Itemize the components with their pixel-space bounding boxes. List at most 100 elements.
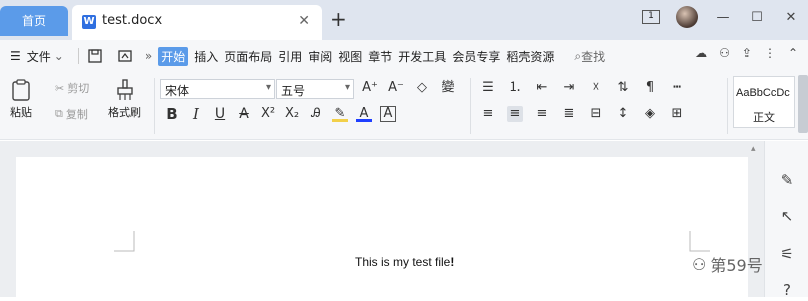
style-name: 正文 xyxy=(753,111,775,124)
clear-format-icon[interactable]: ◇ xyxy=(414,80,430,96)
font-style-tools: B I U A X² X₂ Ꭿ ✎ A A xyxy=(164,106,396,122)
more-chevrons-icon[interactable]: » xyxy=(145,49,152,63)
margin-corner-mark xyxy=(689,231,710,252)
maximize-icon[interactable]: ☐ xyxy=(740,10,774,25)
menubar-right-tools: ☁ ⚇ ⇪ ⋮ ⌃ xyxy=(695,46,798,60)
underline-icon[interactable]: U xyxy=(212,106,228,122)
highlight-icon[interactable]: ✎ xyxy=(332,106,348,122)
document-text-run: This is my test file xyxy=(355,255,451,269)
search-label: 查找 xyxy=(581,49,606,64)
menu-item-page-layout[interactable]: 页面布局 xyxy=(224,48,272,65)
chinese-layout-icon[interactable]: ☓ xyxy=(588,80,604,96)
menu-item-developer[interactable]: 开发工具 xyxy=(398,48,446,65)
subscript-icon[interactable]: X₂ xyxy=(284,106,300,122)
file-menu-label: 文件 xyxy=(26,49,51,64)
scroll-up-icon[interactable]: ▴ xyxy=(751,144,756,154)
show-marks-icon[interactable]: ¶ xyxy=(642,80,658,96)
font-color-icon[interactable]: A xyxy=(356,106,372,122)
page-indicator[interactable]: 1 xyxy=(642,10,660,24)
line-spacing-icon[interactable]: ↕ xyxy=(615,106,631,122)
increase-indent-icon[interactable]: ⇥ xyxy=(561,80,577,96)
menu-item-view[interactable]: 视图 xyxy=(338,48,362,65)
cut-label: 剪切 xyxy=(67,82,90,95)
ruler-icon[interactable]: ┅ xyxy=(669,80,685,96)
watermark-label: 第59号 xyxy=(710,256,763,275)
paragraph-tools-top: ☰ ⒈ ⇤ ⇥ ☓ ⇅ ¶ ┅ xyxy=(480,80,685,96)
plus-icon[interactable]: + xyxy=(330,7,347,31)
file-menu[interactable]: 文件 ⌄ xyxy=(27,48,64,65)
shading-icon[interactable]: ◈ xyxy=(642,106,658,122)
strikethrough-icon[interactable]: A xyxy=(236,106,252,122)
chevron-down-icon: ⌄ xyxy=(53,49,64,63)
print-preview-icon[interactable] xyxy=(117,48,133,64)
share-user-icon[interactable]: ⚇ xyxy=(719,46,730,60)
avatar[interactable] xyxy=(676,6,698,28)
document-page[interactable] xyxy=(16,157,748,297)
bullet-list-icon[interactable]: ☰ xyxy=(480,80,496,96)
paintbrush-icon xyxy=(116,79,133,100)
align-left-icon[interactable]: ≡ xyxy=(480,106,496,122)
menu-item-section[interactable]: 章节 xyxy=(368,48,392,65)
paste-icon xyxy=(12,79,30,101)
style-normal[interactable]: AaBbCcDc 正文 xyxy=(733,76,795,128)
font-name-select[interactable]: 宋体 xyxy=(160,79,275,99)
text-effect-icon[interactable]: Ꭿ xyxy=(308,106,324,122)
cut-button[interactable]: ✂ 剪切 xyxy=(55,80,89,96)
justify-icon[interactable]: ≣ xyxy=(561,106,577,122)
save-icon[interactable] xyxy=(87,48,103,64)
ribbon-divider xyxy=(727,78,728,134)
format-painter-button[interactable]: 格式刷 xyxy=(108,78,141,120)
wechat-icon: ⚇ xyxy=(692,254,707,274)
menu-divider xyxy=(77,48,79,64)
home-tab[interactable]: 首页 xyxy=(0,6,68,36)
collapse-ribbon-icon[interactable]: ⌃ xyxy=(788,46,798,60)
superscript-icon[interactable]: X² xyxy=(260,106,276,122)
align-right-icon[interactable]: ≡ xyxy=(534,106,550,122)
search-icon: ⌕ xyxy=(574,48,582,63)
close-window-icon[interactable]: ✕ xyxy=(774,10,808,25)
copy-button[interactable]: ⧉ 复制 xyxy=(55,106,88,122)
character-border-icon[interactable]: A xyxy=(380,106,396,122)
style-sample: AaBbCcDc xyxy=(736,87,790,99)
menu-item-member[interactable]: 会员专享 xyxy=(452,48,500,65)
copy-icon: ⧉ xyxy=(55,107,63,120)
close-tab-icon[interactable]: ✕ xyxy=(298,13,310,29)
menu-item-start[interactable]: 开始 xyxy=(158,46,189,66)
pointer-icon[interactable]: ↖ xyxy=(777,207,797,227)
distribute-icon[interactable]: ⊟ xyxy=(588,106,604,122)
document-body-text[interactable]: This is my test file! xyxy=(355,255,454,269)
borders-icon[interactable]: ⊞ xyxy=(669,106,685,122)
minimize-icon[interactable]: — xyxy=(706,10,740,25)
cloud-sync-icon[interactable]: ☁ xyxy=(695,46,707,60)
paste-button[interactable]: 粘贴 xyxy=(10,78,32,120)
hamburger-menu-icon[interactable]: ☰ xyxy=(10,49,21,63)
numbered-list-icon[interactable]: ⒈ xyxy=(507,80,523,96)
font-grow-icon[interactable]: A⁺ xyxy=(362,80,378,96)
align-center-icon[interactable]: ≡ xyxy=(507,106,523,122)
pen-icon[interactable]: ✎ xyxy=(777,171,797,191)
menu-bar: ☰ 文件 ⌄ » 开始 插入 页面布局 引用 审阅 视图 章节 开发工具 会员专享… xyxy=(0,40,808,72)
search-button[interactable]: ⌕ 查找 xyxy=(574,48,605,65)
menu-item-docer[interactable]: 稻壳资源 xyxy=(506,48,554,65)
scissors-icon: ✂ xyxy=(55,81,65,95)
writer-doc-icon: W xyxy=(82,15,96,29)
menu-item-review[interactable]: 审阅 xyxy=(308,48,332,65)
export-icon[interactable]: ⇪ xyxy=(742,46,752,60)
italic-icon[interactable]: I xyxy=(188,106,204,122)
bold-icon[interactable]: B xyxy=(164,106,180,122)
more-options-icon[interactable]: ⋮ xyxy=(764,46,776,60)
font-shrink-icon[interactable]: A⁻ xyxy=(388,80,404,96)
ribbon-scroll-handle[interactable] xyxy=(798,75,808,133)
menu-item-references[interactable]: 引用 xyxy=(278,48,302,65)
font-size-select[interactable]: 五号 xyxy=(276,79,354,99)
adjust-settings-icon[interactable]: ⚟ xyxy=(777,245,797,265)
menu-item-insert[interactable]: 插入 xyxy=(194,48,218,65)
right-tool-panel: ✎ ↖ ⚟ ? xyxy=(764,141,808,299)
sort-icon[interactable]: ⇅ xyxy=(615,80,631,96)
document-tab[interactable]: W test.docx ✕ xyxy=(72,5,322,40)
text-cursor: ! xyxy=(450,255,455,269)
decrease-indent-icon[interactable]: ⇤ xyxy=(534,80,550,96)
phonetic-guide-icon[interactable]: 變 xyxy=(440,80,456,96)
help-icon[interactable]: ? xyxy=(777,281,797,301)
document-canvas xyxy=(0,141,808,297)
